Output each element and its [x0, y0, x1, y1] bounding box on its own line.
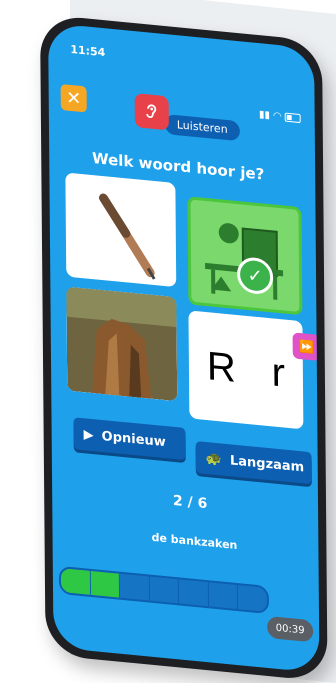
wifi-icon: ◠	[273, 110, 282, 122]
answer-card-pen[interactable]	[65, 172, 176, 287]
ear-icon	[135, 93, 169, 130]
progress-segment	[150, 577, 180, 604]
question-counter: 2 / 6	[160, 492, 220, 514]
progress-segment	[61, 568, 91, 595]
progress-segment	[90, 571, 120, 598]
play-icon: ▶	[84, 427, 94, 443]
status-time: 11:54	[70, 43, 105, 59]
progress-segment	[179, 579, 209, 606]
letters-display: R r	[188, 310, 303, 429]
timer: 00:39	[267, 616, 313, 642]
fast-forward-icon: ⏩	[299, 339, 314, 354]
status-icons: ▮▮ ◠	[259, 109, 301, 124]
progress-segment	[209, 582, 239, 609]
replay-label: Opnieuw	[102, 428, 166, 449]
slow-label: Langzaam	[230, 453, 304, 475]
battery-icon	[285, 113, 301, 124]
letter-lower: r	[271, 350, 285, 396]
progress-bar	[59, 566, 269, 614]
bank-image	[190, 200, 299, 312]
progress-segment	[238, 585, 267, 612]
close-button[interactable]: ✕	[61, 84, 87, 113]
phone-frame: 11:54 ▮▮ ◠ ✕ Luisteren Welk woord hoor j…	[40, 14, 328, 682]
spoken-word: de bankzaken	[134, 529, 254, 554]
slow-button[interactable]: 🐢 Langzaam	[196, 441, 312, 484]
replay-button[interactable]: ▶ Opnieuw	[73, 417, 185, 460]
turtle-icon: 🐢	[206, 450, 222, 467]
answer-card-letters[interactable]: R r	[188, 310, 303, 429]
tree-stump-image	[66, 287, 177, 402]
letter-upper: R	[207, 344, 236, 392]
app-screen: 11:54 ▮▮ ◠ ✕ Luisteren Welk woord hoor j…	[48, 23, 319, 673]
ear-icon-svg	[141, 100, 163, 124]
side-tab-button[interactable]: ⏩	[293, 332, 320, 361]
answer-card-tree-stump[interactable]	[66, 287, 177, 402]
answer-card-bank[interactable]: ✓	[187, 196, 302, 315]
mode-label: Luisteren	[165, 114, 240, 141]
signal-icon: ▮▮	[259, 109, 270, 121]
pen-image	[65, 172, 176, 287]
close-icon: ✕	[66, 87, 81, 109]
progress-segment	[120, 574, 150, 601]
